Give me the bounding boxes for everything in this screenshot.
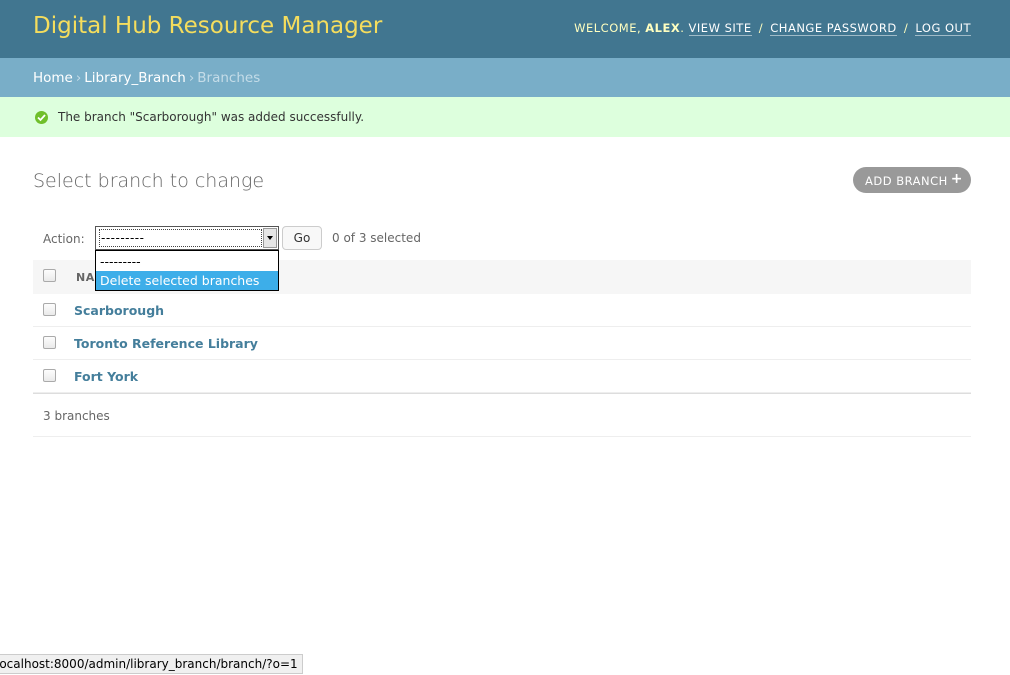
row-checkbox[interactable]	[43, 336, 56, 349]
success-message: The branch "Scarborough" was added succe…	[0, 97, 1010, 137]
header: Digital Hub Resource Manager WELCOME, AL…	[0, 0, 1010, 58]
table-row: Toronto Reference Library	[33, 327, 971, 360]
add-branch-label: ADD BRANCH	[865, 174, 948, 188]
site-name: Digital Hub Resource Manager	[33, 13, 383, 39]
branch-link[interactable]: Fort York	[74, 369, 138, 384]
breadcrumb: Home › Library_Branch › Branches	[0, 58, 1010, 97]
change-password-link[interactable]: CHANGE PASSWORD	[770, 21, 897, 36]
dropdown-option-delete-selected[interactable]: Delete selected branches	[96, 271, 278, 290]
add-branch-button[interactable]: ADD BRANCH +	[853, 167, 971, 193]
log-out-link[interactable]: LOG OUT	[915, 21, 971, 36]
dropdown-arrow-icon[interactable]	[263, 228, 277, 248]
branch-link[interactable]: Toronto Reference Library	[74, 336, 258, 351]
go-button[interactable]: Go	[282, 226, 322, 250]
view-site-link[interactable]: VIEW SITE	[688, 21, 752, 36]
breadcrumb-current: Branches	[197, 70, 261, 86]
separator: /	[758, 21, 764, 35]
status-url: localhost:8000/admin/library_branch/bran…	[0, 657, 298, 671]
row-checkbox[interactable]	[43, 369, 56, 382]
username: ALEX	[645, 21, 681, 35]
message-text: The branch "Scarborough" was added succe…	[58, 110, 365, 124]
table-row: Fort York	[33, 360, 971, 393]
result-count: 3 branches	[43, 409, 110, 423]
user-tools: WELCOME, ALEX. VIEW SITE / CHANGE PASSWO…	[574, 21, 971, 36]
breadcrumb-separator: ›	[75, 70, 82, 86]
table-row: Scarborough	[33, 294, 971, 327]
page-title: Select branch to change	[33, 170, 265, 192]
separator: /	[903, 21, 909, 35]
welcome-label: WELCOME,	[574, 21, 642, 35]
paginator: 3 branches	[33, 393, 971, 437]
action-label: Action:	[43, 232, 85, 246]
action-counter: 0 of 3 selected	[332, 231, 421, 245]
dropdown-option[interactable]: ---------	[96, 252, 278, 271]
breadcrumb-app[interactable]: Library_Branch	[84, 70, 186, 86]
action-select[interactable]: ---------	[95, 226, 279, 250]
breadcrumb-separator: ›	[188, 70, 195, 86]
focus-ring	[99, 229, 262, 247]
row-checkbox[interactable]	[43, 303, 56, 316]
select-all-checkbox[interactable]	[43, 269, 56, 282]
action-dropdown-list: --------- Delete selected branches	[95, 250, 279, 291]
check-circle-icon	[35, 111, 48, 124]
branch-link[interactable]: Scarborough	[74, 303, 164, 318]
breadcrumb-home[interactable]: Home	[33, 70, 73, 86]
plus-icon: +	[950, 171, 963, 187]
status-bar: localhost:8000/admin/library_branch/bran…	[0, 654, 303, 674]
